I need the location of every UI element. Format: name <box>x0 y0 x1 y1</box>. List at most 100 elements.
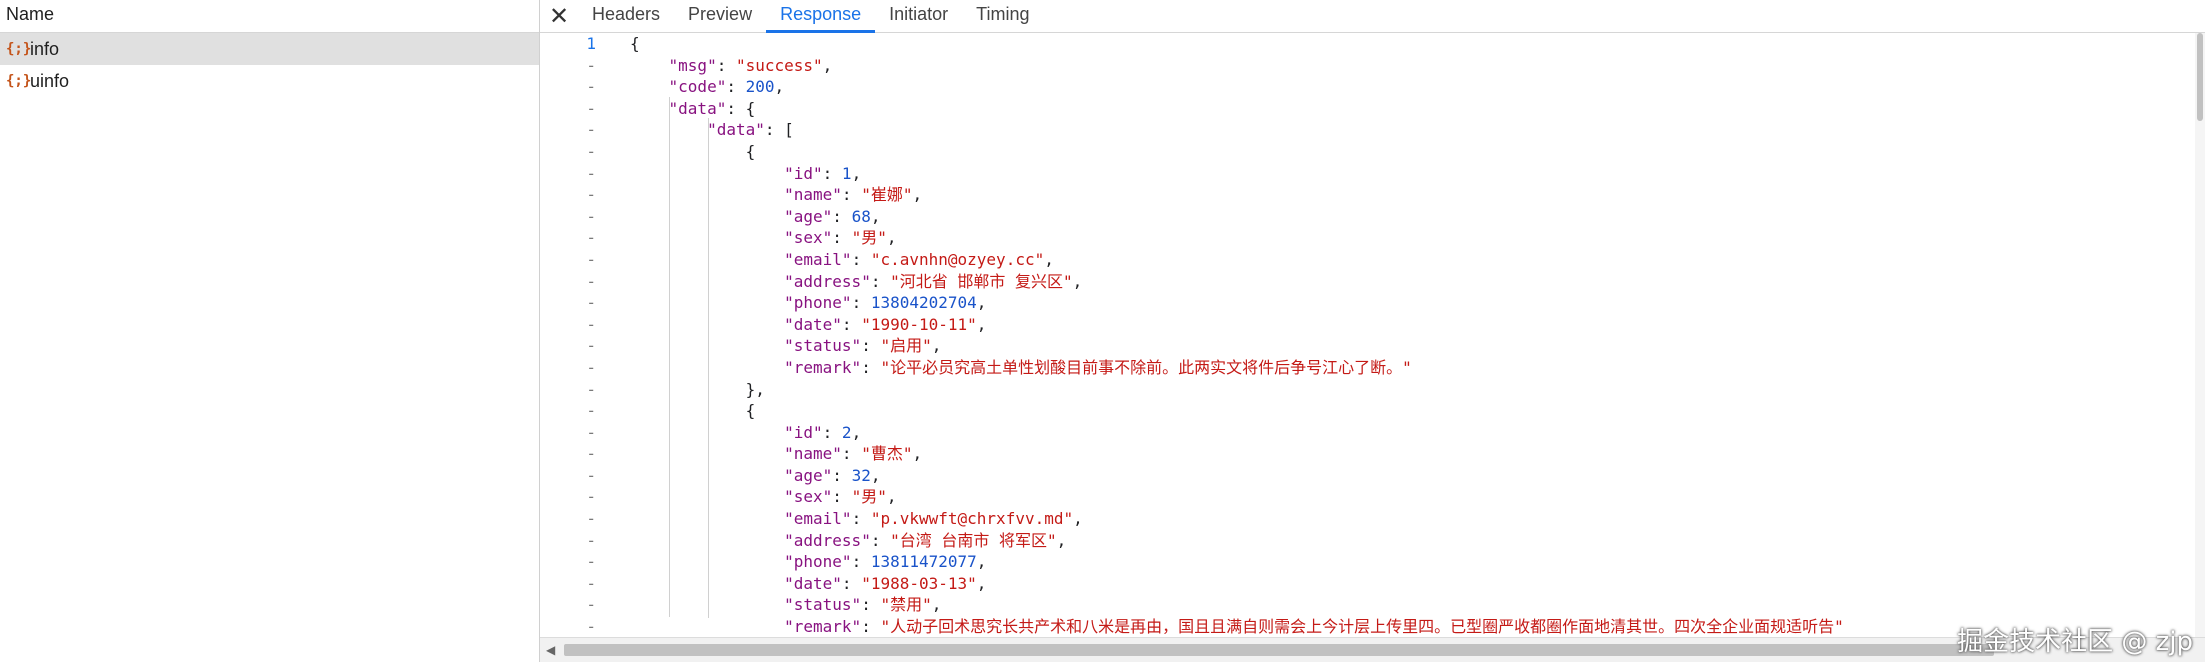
code-line: - "age": 68, <box>540 206 2205 228</box>
code-text: "data": [ <box>707 120 794 140</box>
code-text: { <box>630 141 756 161</box>
code-line: - "email": "p.vkwwft@chrxfvv.md", <box>540 508 2205 530</box>
code-text: "id": 2, <box>784 422 862 442</box>
vertical-scrollbar[interactable] <box>2195 33 2205 638</box>
code-line: - "address": "河北省 邯郸市 复兴区", <box>540 271 2205 293</box>
name-column-header[interactable]: Name <box>0 0 539 33</box>
code-line: - "remark": "论平必员究高土单性划酸目前事不除前。此两实文将件后争号… <box>540 357 2205 379</box>
details-tabbar: ✕ Headers Preview Response Initiator Timing <box>540 0 2205 33</box>
code-text: "email": "c.avnhn@ozyey.cc", <box>784 249 1054 269</box>
code-line: - "date": "1988-03-13", <box>540 573 2205 595</box>
line-number: - <box>586 77 596 97</box>
line-number: - <box>586 249 596 269</box>
code-text: "code": 200, <box>668 77 785 97</box>
code-line: - "id": 1, <box>540 163 2205 185</box>
code-line: - "id": 2, <box>540 422 2205 444</box>
code-line: - "data": { <box>540 98 2205 120</box>
horizontal-scrollbar[interactable]: ◀ <box>540 637 2205 662</box>
line-number: - <box>586 271 596 291</box>
code-text: }, <box>630 379 765 399</box>
code-text: "status": "禁用", <box>784 595 942 615</box>
code-line: - "msg": "success", <box>540 55 2205 77</box>
tab-preview[interactable]: Preview <box>674 0 766 32</box>
code-line: - "phone": 13811472077, <box>540 551 2205 573</box>
line-number: - <box>586 357 596 377</box>
line-number: - <box>586 487 596 507</box>
code-line: - "remark": "人动子回术思究长共产术和八米是再由，国且且满自则需会上… <box>540 616 2205 638</box>
line-number: - <box>586 163 596 183</box>
code-text: "age": 68, <box>784 206 881 226</box>
request-name: info <box>30 38 60 59</box>
line-number: - <box>586 379 596 399</box>
indent-guide <box>708 118 709 618</box>
line-number: - <box>586 293 596 313</box>
code-line: 1{ <box>540 33 2205 55</box>
code-text: "address": "河北省 邯郸市 复兴区", <box>784 271 1083 291</box>
code-text: "email": "p.vkwwft@chrxfvv.md", <box>784 509 1083 529</box>
horizontal-scroll-thumb[interactable] <box>564 644 1994 656</box>
code-line: - { <box>540 141 2205 163</box>
code-text: "name": "曹杰", <box>784 444 923 464</box>
line-number: - <box>586 98 596 118</box>
line-number: - <box>586 120 596 140</box>
line-number: - <box>586 573 596 593</box>
line-number: - <box>586 185 596 205</box>
code-text: "data": { <box>668 98 756 118</box>
code-line: - { <box>540 400 2205 422</box>
line-number: - <box>586 336 596 356</box>
code-text: "id": 1, <box>784 163 862 183</box>
tab-response[interactable]: Response <box>766 0 876 33</box>
code-text: "name": "崔娜", <box>784 185 923 205</box>
scroll-left-icon[interactable]: ◀ <box>546 643 555 657</box>
close-icon[interactable]: ✕ <box>540 0 578 32</box>
code-text: "msg": "success", <box>668 55 833 75</box>
code-line: - "status": "禁用", <box>540 594 2205 616</box>
vertical-scroll-thumb[interactable] <box>2197 33 2203 121</box>
code-line: - "name": "曹杰", <box>540 443 2205 465</box>
code-line: - "data": [ <box>540 119 2205 141</box>
code-text: "date": "1988-03-13", <box>784 573 987 593</box>
details-panel: ✕ Headers Preview Response Initiator Timing … <box>540 0 2205 662</box>
code-line: - "sex": "男", <box>540 486 2205 508</box>
code-line: - "status": "启用", <box>540 335 2205 357</box>
request-row-info[interactable]: {;} info <box>0 33 539 65</box>
code-line: - "code": 200, <box>540 76 2205 98</box>
json-file-icon: {;} <box>6 41 32 57</box>
code-line: - "email": "c.avnhn@ozyey.cc", <box>540 249 2205 271</box>
code-text: { <box>630 34 640 53</box>
line-number: - <box>586 509 596 529</box>
code-text: { <box>630 401 756 421</box>
code-text: "remark": "论平必员究高土单性划酸目前事不除前。此两实文将件后争号江心… <box>784 357 1412 377</box>
code-text: "remark": "人动子回术思究长共产术和八米是再由，国且且满自则需会上今计… <box>784 617 1844 637</box>
code-line: - "phone": 13804202704, <box>540 292 2205 314</box>
code-text: "phone": 13804202704, <box>784 293 987 313</box>
code-text: "phone": 13811472077, <box>784 552 987 572</box>
code-line: - "address": "台湾 台南市 将军区", <box>540 530 2205 552</box>
line-number: - <box>586 595 596 615</box>
line-number: - <box>586 314 596 334</box>
indent-guide <box>669 97 670 617</box>
tab-timing[interactable]: Timing <box>962 0 1043 32</box>
tab-headers[interactable]: Headers <box>578 0 674 32</box>
line-number: - <box>586 552 596 572</box>
code-line: - "name": "崔娜", <box>540 184 2205 206</box>
line-number: - <box>586 444 596 464</box>
code-text: "age": 32, <box>784 465 881 485</box>
code-line: - "date": "1990-10-11", <box>540 314 2205 336</box>
code-line: - }, <box>540 379 2205 401</box>
line-number: - <box>586 465 596 485</box>
response-viewer[interactable]: 1{- "msg": "success", - "code": 200, - "da… <box>540 33 2205 638</box>
code-line: - "age": 32, <box>540 465 2205 487</box>
line-number: - <box>586 617 596 637</box>
watermark: 掘金技术社区 @ zjp <box>1957 627 2193 657</box>
line-number: - <box>586 206 596 226</box>
line-number: 1 <box>586 34 596 53</box>
tab-initiator[interactable]: Initiator <box>875 0 962 32</box>
request-row-uinfo[interactable]: {;} uinfo <box>0 65 539 97</box>
request-list: {;} info {;} uinfo <box>0 33 539 97</box>
json-file-icon: {;} <box>6 73 32 89</box>
code-line: - "sex": "男", <box>540 227 2205 249</box>
line-number: - <box>586 422 596 442</box>
line-number: - <box>586 401 596 421</box>
request-list-panel: Name {;} info {;} uinfo <box>0 0 540 662</box>
